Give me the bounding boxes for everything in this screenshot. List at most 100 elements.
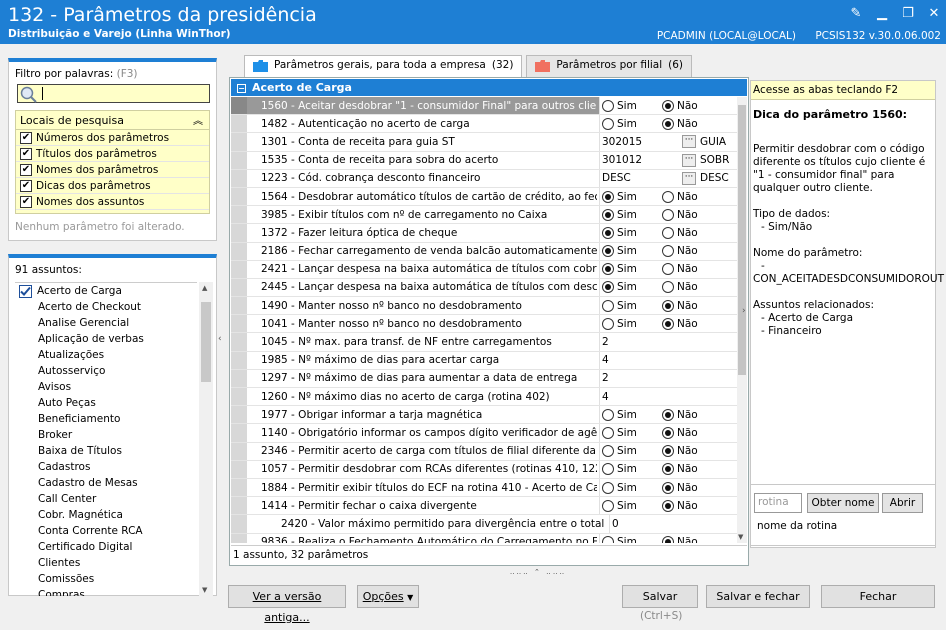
assuntos-scrollbar[interactable]: ▲ ▼ — [199, 282, 213, 596]
radio-yes[interactable]: Sim — [602, 536, 637, 543]
assunto-item[interactable]: Cadastros — [15, 459, 197, 475]
parameter-row[interactable]: 2445 - Lançar despesa na baixa automátic… — [231, 278, 738, 298]
save-close-button[interactable]: Salvar e fechar — [706, 585, 810, 608]
assunto-item[interactable]: Auto Peças — [15, 395, 197, 411]
parameter-value[interactable]: DESC ··· DESC — [599, 169, 738, 187]
parameter-row[interactable]: 1057 - Permitir desdobrar com RCAs difer… — [231, 460, 738, 479]
parameter-value[interactable]: Sim Não — [599, 278, 738, 297]
radio-icon[interactable] — [602, 208, 614, 221]
radio-yes[interactable]: Sim — [602, 245, 637, 258]
ellipsis-button[interactable]: ··· — [682, 171, 696, 185]
parameter-value[interactable]: Sim Não — [599, 424, 738, 442]
parameter-row[interactable]: 1884 - Permitir exibir títulos do ECF na… — [231, 478, 738, 498]
parameter-value[interactable]: Sim Não — [599, 497, 738, 515]
radio-no[interactable]: Não — [662, 208, 698, 221]
collapse-group-icon[interactable]: − — [237, 84, 246, 93]
radio-no[interactable]: Não — [662, 445, 698, 458]
scroll-down-icon[interactable]: ▼ — [202, 586, 207, 594]
radio-no[interactable]: Não — [662, 299, 698, 312]
parameter-row[interactable]: 1223 - Cód. cobrança desconto financeiro… — [231, 169, 738, 188]
radio-yes[interactable]: Sim — [602, 263, 637, 276]
radio-no[interactable]: Não — [662, 408, 698, 421]
search-locations-header[interactable]: Locais de pesquisa ︽ — [16, 111, 209, 130]
assunto-item[interactable]: Cobr. Magnética — [15, 507, 197, 523]
radio-yes[interactable]: Sim — [602, 208, 637, 221]
parameter-row[interactable]: 1372 - Fazer leitura óptica de cheque Sim… — [231, 224, 738, 243]
assuntos-list[interactable]: Acerto de Carga Acerto de Checkout Analise… — [15, 282, 197, 596]
bottom-splitter-icon[interactable]: ‥‥‥ ⌃ ‥‥‥ — [478, 568, 598, 576]
radio-no[interactable]: Não — [662, 190, 698, 203]
right-splitter-icon[interactable]: › — [742, 306, 746, 316]
parameter-row[interactable]: 2421 - Lançar despesa na baixa automátic… — [231, 260, 738, 279]
parameter-value[interactable]: Sim Não — [599, 297, 738, 315]
radio-icon[interactable] — [662, 445, 674, 458]
assunto-item[interactable]: Clientes — [15, 555, 197, 571]
radio-no[interactable]: Não — [662, 263, 698, 276]
assunto-item[interactable]: Aplicação de verbas — [15, 331, 197, 347]
ellipsis-button[interactable]: ··· — [682, 153, 696, 167]
radio-icon[interactable] — [662, 481, 674, 494]
parameter-row[interactable]: 1482 - Autenticação no acerto de carga Si… — [231, 115, 738, 134]
radio-no[interactable]: Não — [662, 281, 698, 294]
parameter-value[interactable]: Sim Não — [599, 533, 738, 543]
radio-yes[interactable]: Sim — [602, 281, 637, 294]
group-header[interactable]: − Acerto de Carga — [231, 79, 747, 96]
parameter-value[interactable]: 4 — [599, 388, 738, 406]
parameter-row[interactable]: 2186 - Fechar carregamento de venda balc… — [231, 242, 738, 261]
parameter-row[interactable]: 1564 - Desdobrar automático títulos de c… — [231, 187, 738, 207]
radio-icon[interactable] — [662, 226, 674, 239]
radio-icon[interactable] — [662, 299, 674, 312]
checkbox-icon[interactable]: ✔ — [20, 195, 32, 208]
parameter-value[interactable]: Sim Não — [599, 315, 738, 333]
radio-no[interactable]: Não — [662, 536, 698, 543]
radio-yes[interactable]: Sim — [602, 463, 637, 476]
radio-icon[interactable] — [602, 499, 614, 512]
radio-yes[interactable]: Sim — [602, 317, 637, 330]
assunto-item[interactable]: Baixa de Títulos — [15, 443, 197, 459]
radio-no[interactable]: Não — [662, 481, 698, 494]
radio-icon[interactable] — [602, 317, 614, 330]
obter-nome-button[interactable]: Obter nome — [807, 493, 879, 513]
parameter-row[interactable]: 1301 - Conta de receita para guia ST 3020… — [231, 133, 738, 152]
save-button[interactable]: Salvar — [622, 585, 698, 608]
parameter-row[interactable]: 3985 - Exibir títulos com nº de carregam… — [231, 206, 738, 225]
radio-no[interactable]: Não — [662, 117, 698, 130]
option-dicas[interactable]: ✔ Dicas dos parâmetros — [16, 178, 209, 194]
radio-no[interactable]: Não — [662, 499, 698, 512]
assunto-item[interactable]: Call Center — [15, 491, 197, 507]
close-icon[interactable]: ✕ — [928, 6, 940, 21]
parameter-value[interactable]: Sim Não — [599, 187, 738, 206]
parameter-value[interactable]: Sim Não — [599, 242, 738, 260]
checkbox-icon[interactable]: ✔ — [20, 131, 32, 144]
parameter-value[interactable]: Sim Não — [599, 206, 738, 224]
parameter-value[interactable]: 2 — [599, 333, 738, 351]
radio-yes[interactable]: Sim — [602, 499, 637, 512]
option-nomes[interactable]: ✔ Nomes dos parâmetros — [16, 162, 209, 178]
radio-icon[interactable] — [602, 281, 614, 294]
tab-parametros-gerais[interactable]: Parâmetros gerais, para toda a empresa (… — [244, 55, 523, 78]
radio-icon[interactable] — [602, 117, 614, 130]
abrir-button[interactable]: Abrir — [882, 493, 923, 513]
assunto-item[interactable]: Atualizações — [15, 347, 197, 363]
radio-icon[interactable] — [662, 463, 674, 476]
radio-icon[interactable] — [662, 499, 674, 512]
radio-no[interactable]: Não — [662, 226, 698, 239]
radio-icon[interactable] — [662, 99, 674, 112]
radio-yes[interactable]: Sim — [602, 426, 637, 439]
checkbox-icon[interactable]: ✔ — [20, 179, 32, 192]
assunto-item[interactable]: Comissões — [15, 571, 197, 587]
parameter-value[interactable]: 0 — [609, 515, 738, 533]
scroll-thumb[interactable] — [738, 105, 746, 375]
edit-icon[interactable]: ✎ — [850, 6, 862, 21]
parameter-row[interactable]: 1260 - Nº máximo dias no acerto de carga… — [231, 388, 738, 407]
options-button[interactable]: Opções ▼ — [357, 585, 419, 608]
parameter-row[interactable]: 1535 - Conta de receita para sobra do ac… — [231, 151, 738, 170]
minimize-icon[interactable]: ▁ — [876, 6, 888, 21]
radio-yes[interactable]: Sim — [602, 117, 637, 130]
radio-icon[interactable] — [662, 263, 674, 276]
radio-icon[interactable] — [662, 208, 674, 221]
ellipsis-button[interactable]: ··· — [682, 135, 696, 149]
close-button[interactable]: Fechar — [821, 585, 935, 608]
radio-no[interactable]: Não — [662, 317, 698, 330]
assunto-item[interactable]: Avisos — [15, 379, 197, 395]
